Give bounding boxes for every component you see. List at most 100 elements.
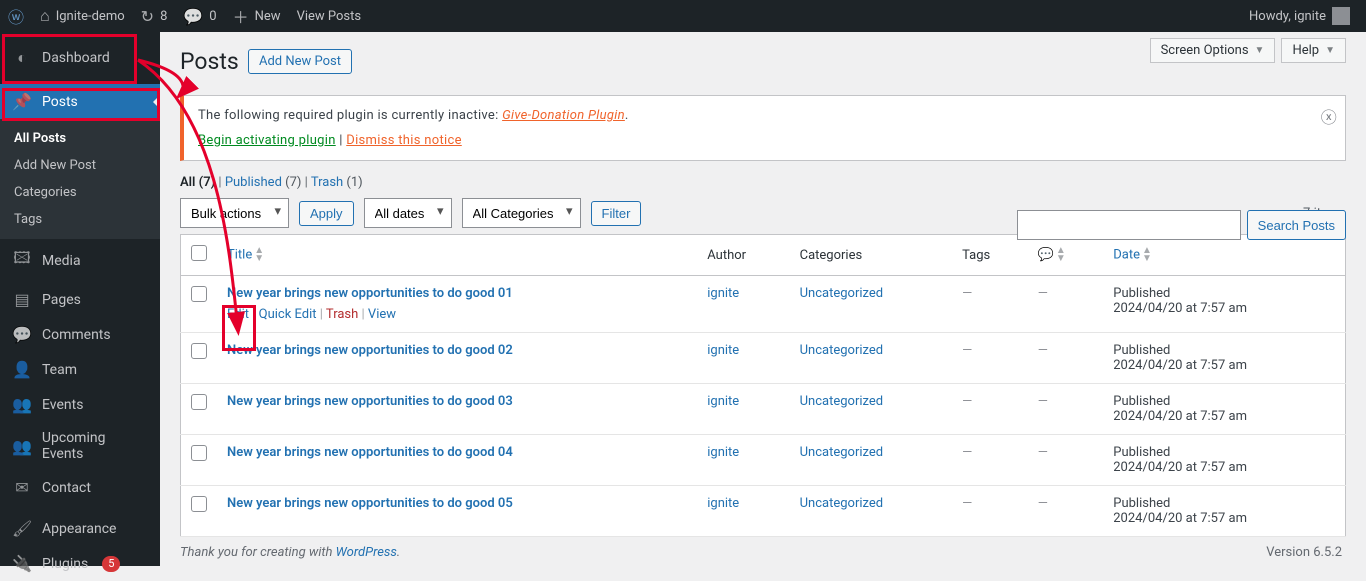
col-categories: Categories — [790, 235, 953, 276]
comments-cell: — — [1038, 496, 1048, 511]
category-link[interactable]: Uncategorized — [800, 286, 883, 301]
row-checkbox[interactable] — [191, 445, 207, 461]
wordpress-link[interactable]: WordPress — [336, 545, 397, 560]
comments-count: 0 — [209, 9, 216, 24]
my-account[interactable]: Howdy, ignite — [1241, 0, 1358, 32]
category-link[interactable]: Uncategorized — [800, 445, 883, 460]
chevron-down-icon: ▼ — [1255, 45, 1265, 56]
chevron-down-icon: ▼ — [1325, 45, 1335, 56]
post-title-link[interactable]: New year brings new opportunities to do … — [227, 286, 513, 301]
tags-cell: — — [962, 496, 972, 511]
col-date[interactable]: Date▲▼ — [1103, 235, 1345, 276]
categories-select[interactable]: All Categories — [462, 198, 581, 228]
trash-link[interactable]: Trash — [326, 307, 358, 322]
filter-published[interactable]: Published (7) — [225, 175, 302, 190]
tags-cell: — — [962, 445, 972, 460]
sort-icon: ▲▼ — [254, 247, 264, 263]
plugin-link[interactable]: Give-Donation Plugin — [502, 108, 625, 123]
post-title-link[interactable]: New year brings new opportunities to do … — [227, 496, 513, 511]
sidebar-item-dashboard[interactable]: ◐Dashboard — [0, 32, 160, 84]
category-link[interactable]: Uncategorized — [800, 496, 883, 511]
updates[interactable]: ↻8 — [133, 0, 176, 32]
close-icon[interactable]: ⓧ — [1321, 104, 1337, 128]
submenu-all-posts[interactable]: All Posts — [0, 125, 160, 152]
dismiss-notice-link[interactable]: Dismiss this notice — [346, 133, 462, 148]
events-icon: 👥 — [12, 395, 32, 414]
activate-plugin-link[interactable]: Begin activating plugin — [198, 133, 336, 148]
submenu-add-new[interactable]: Add New Post — [0, 152, 160, 179]
add-new-post-button[interactable]: Add New Post — [248, 49, 352, 74]
date-cell: Published2024/04/20 at 7:57 am — [1103, 384, 1345, 435]
pages-icon: ▤ — [12, 290, 32, 309]
post-title-link[interactable]: New year brings new opportunities to do … — [227, 394, 513, 409]
post-title-link[interactable]: New year brings new opportunities to do … — [227, 343, 513, 358]
new-content[interactable]: ＋New — [225, 0, 289, 32]
author-link[interactable]: ignite — [707, 445, 739, 460]
search-input[interactable] — [1017, 210, 1241, 240]
row-checkbox[interactable] — [191, 496, 207, 512]
plug-icon: 🔌 — [12, 554, 32, 573]
author-link[interactable]: ignite — [707, 394, 739, 409]
bulk-actions-select[interactable]: Bulk actions — [180, 198, 289, 228]
sidebar-item-posts[interactable]: 📌Posts — [0, 84, 160, 119]
sidebar-item-plugins[interactable]: 🔌Plugins5 — [0, 546, 160, 581]
status-filters: All (7) | Published (7) | Trash (1) — [180, 175, 1346, 190]
sidebar-item-team[interactable]: 👤Team — [0, 352, 160, 387]
col-title[interactable]: Title▲▼ — [217, 235, 697, 276]
tags-cell: — — [962, 343, 972, 358]
submenu-categories[interactable]: Categories — [0, 179, 160, 206]
sidebar-item-pages[interactable]: ▤Pages — [0, 282, 160, 317]
author-link[interactable]: ignite — [707, 343, 739, 358]
select-all-checkbox[interactable] — [191, 245, 207, 261]
author-link[interactable]: ignite — [707, 496, 739, 511]
help-button[interactable]: Help▼ — [1281, 38, 1346, 63]
sidebar-item-events[interactable]: 👥Events — [0, 387, 160, 422]
date-cell: Published2024/04/20 at 7:57 am — [1103, 486, 1345, 537]
category-link[interactable]: Uncategorized — [800, 343, 883, 358]
submenu-tags[interactable]: Tags — [0, 206, 160, 233]
apply-button[interactable]: Apply — [299, 201, 354, 226]
upcoming-icon: 👥 — [12, 437, 32, 456]
filter-button[interactable]: Filter — [591, 201, 642, 226]
sidebar-item-media[interactable]: 🖾Media — [0, 239, 160, 282]
content-area: Screen Options▼ Help▼ Posts Add New Post… — [160, 32, 1366, 566]
admin-bar: ⓦ ⌂Ignite-demo ↻8 💬0 ＋New View Posts How… — [0, 0, 1366, 32]
comments-icon: 💬 — [12, 325, 32, 344]
row-checkbox[interactable] — [191, 394, 207, 410]
comments-bubble[interactable]: 💬0 — [175, 0, 224, 32]
comments-cell: — — [1038, 286, 1048, 301]
sidebar-item-upcoming-events[interactable]: 👥Upcoming Events — [0, 422, 160, 470]
post-title-link[interactable]: New year brings new opportunities to do … — [227, 445, 513, 460]
col-author: Author — [697, 235, 789, 276]
sidebar-item-appearance[interactable]: 🖌Appearance — [0, 511, 160, 546]
author-link[interactable]: ignite — [707, 286, 739, 301]
comments-cell: — — [1038, 394, 1048, 409]
row-actions: Edit | Quick Edit | Trash | View — [227, 307, 687, 322]
quick-edit-link[interactable]: Quick Edit — [259, 307, 317, 322]
view-posts[interactable]: View Posts — [289, 0, 370, 32]
category-link[interactable]: Uncategorized — [800, 394, 883, 409]
wp-logo[interactable]: ⓦ — [0, 0, 32, 32]
wordpress-icon: ⓦ — [8, 4, 24, 28]
screen-options-button[interactable]: Screen Options▼ — [1150, 38, 1276, 63]
refresh-icon: ↻ — [141, 7, 154, 26]
sidebar-item-contact[interactable]: ✉Contact — [0, 470, 160, 505]
notice-text: The following required plugin is current… — [198, 108, 502, 123]
filter-all[interactable]: All (7) — [180, 175, 215, 190]
pin-icon: 📌 — [12, 92, 32, 111]
dates-select[interactable]: All dates — [364, 198, 452, 228]
view-link[interactable]: View — [368, 307, 396, 322]
sort-icon: ▲▼ — [1056, 247, 1066, 263]
col-comments[interactable]: 💬▲▼ — [1028, 235, 1104, 276]
table-row: New year brings new opportunities to do … — [181, 486, 1346, 537]
row-checkbox[interactable] — [191, 286, 207, 302]
dashboard-icon: ◐ — [12, 48, 32, 68]
edit-link[interactable]: Edit — [227, 307, 249, 322]
sidebar-item-comments[interactable]: 💬Comments — [0, 317, 160, 352]
filter-trash[interactable]: Trash (1) — [311, 175, 363, 190]
site-name[interactable]: ⌂Ignite-demo — [32, 0, 133, 32]
row-checkbox[interactable] — [191, 343, 207, 359]
date-cell: Published2024/04/20 at 7:57 am — [1103, 333, 1345, 384]
admin-sidebar: ◐Dashboard 📌Posts All Posts Add New Post… — [0, 32, 160, 566]
search-posts-button[interactable]: Search Posts — [1247, 210, 1346, 240]
